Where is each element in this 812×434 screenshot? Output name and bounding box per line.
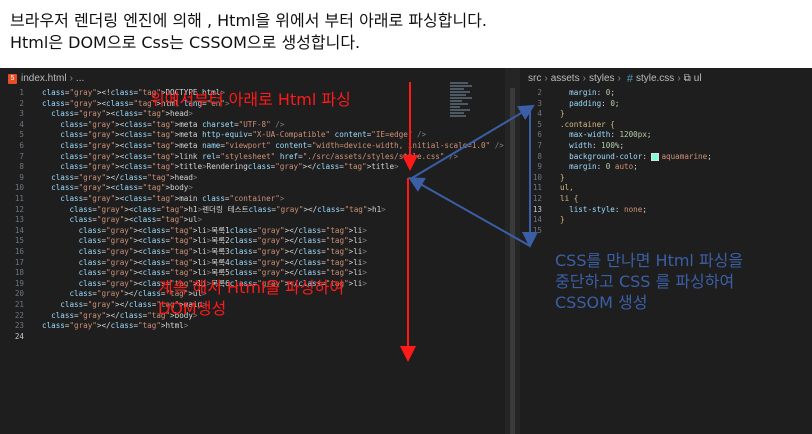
- blue-arrow-back: [408, 177, 531, 247]
- caption-line-2: Html은 DOM으로 Css는 CSSOM으로 생성합니다.: [10, 33, 361, 52]
- editor-screenshot: 5 index.html › ... 1 class="gray"><!class…: [0, 68, 812, 434]
- annotation-bottom-red-2: DOM생성: [158, 299, 227, 318]
- caption-line-1: 브라우저 렌더링 엔진에 의해 , Html을 위에서 부터 아래로 파싱합니다…: [10, 11, 488, 30]
- annotation-blue-3: CSSOM 생성: [555, 293, 648, 312]
- blue-arrow-to-css: [411, 104, 535, 179]
- annotation-top-red: 위에서부터 아래로 Html 파싱: [150, 90, 351, 109]
